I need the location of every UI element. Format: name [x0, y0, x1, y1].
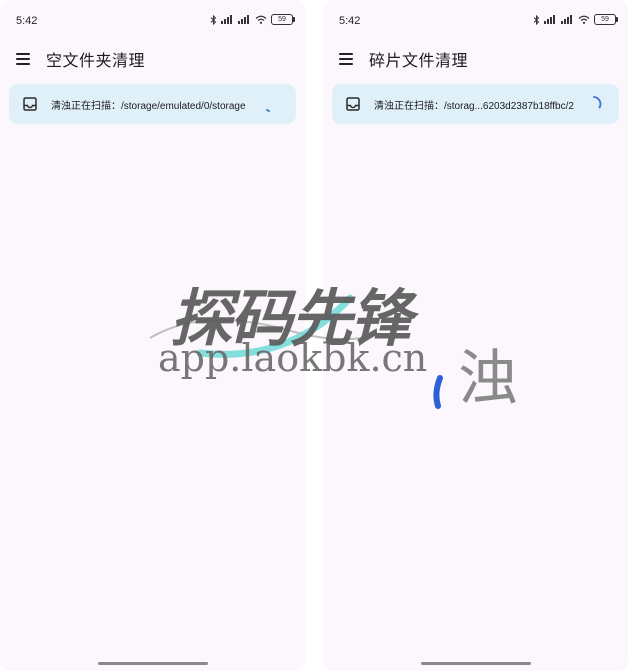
loading-spinner	[266, 109, 270, 112]
signal-icon	[221, 15, 232, 24]
menu-icon[interactable]	[14, 50, 34, 66]
status-time: 5:42	[16, 15, 38, 27]
loading-spinner	[593, 96, 602, 109]
app-bar: 碎片文件清理	[323, 40, 628, 76]
app-bar: 空文件夹清理	[0, 40, 305, 76]
status-bar: 5:42 59	[0, 0, 305, 40]
scan-status-card: 清浊正在扫描：/storag...6203d2387b18ffbc/2	[332, 84, 619, 124]
signal-icon	[561, 15, 572, 24]
scan-status-card: 清浊正在扫描：/storage/emulated/0/storage	[9, 84, 296, 124]
inbox-icon	[23, 97, 37, 111]
inbox-icon	[346, 97, 360, 111]
signal-icon	[238, 15, 249, 24]
home-indicator[interactable]	[97, 662, 208, 665]
menu-icon[interactable]	[337, 50, 357, 66]
signal-icon	[544, 15, 555, 24]
battery-icon: 59	[594, 14, 618, 25]
status-bar: 5:42 59	[323, 0, 628, 40]
status-time: 5:42	[339, 15, 361, 27]
phone-screen-fragment-file-clean: 5:42 59 碎片文件清理 清浊正在扫描：/storag...6203d238…	[323, 0, 628, 671]
battery-icon: 59	[271, 14, 295, 25]
bluetooth-icon	[533, 14, 540, 25]
page-title: 碎片文件清理	[369, 51, 469, 70]
home-indicator[interactable]	[420, 662, 531, 665]
scan-status-text: 清浊正在扫描：/storage/emulated/0/storage	[51, 101, 246, 112]
bluetooth-icon	[210, 14, 217, 25]
phone-screen-empty-folder-clean: 5:42 59 空文件夹清理 清浊正在扫描：/storage/emulated/…	[0, 0, 305, 671]
wifi-icon	[255, 15, 267, 24]
page-title: 空文件夹清理	[46, 51, 146, 70]
scan-status-text: 清浊正在扫描：/storag...6203d2387b18ffbc/2	[374, 101, 574, 112]
status-icons: 59	[533, 14, 618, 25]
status-icons: 59	[210, 14, 295, 25]
wifi-icon	[578, 15, 590, 24]
